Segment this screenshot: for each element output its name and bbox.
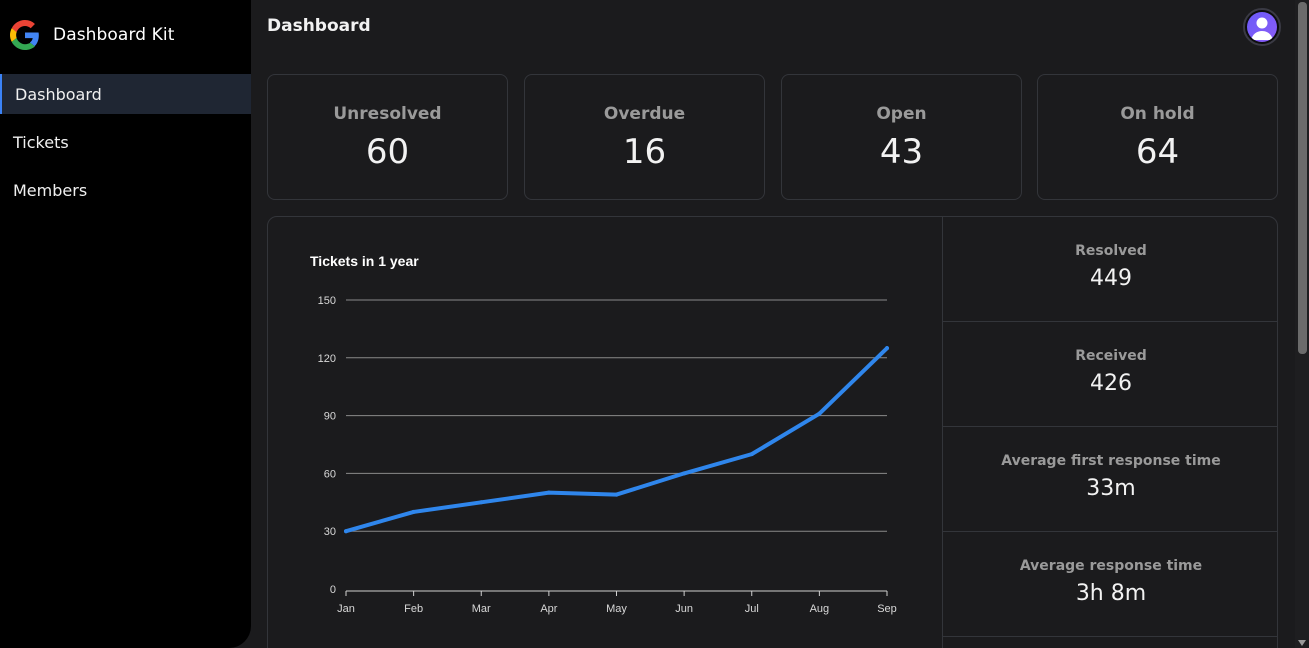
card-value: 43 bbox=[879, 132, 924, 172]
data-point bbox=[411, 509, 416, 514]
stat-value: 449 bbox=[1090, 266, 1132, 291]
data-point bbox=[546, 490, 551, 495]
chart-area: Tickets in 1 year 0 30 60 90 120 150 Jan Feb Mar… bbox=[268, 217, 942, 648]
stat-card-on-hold[interactable]: On hold 64 bbox=[1037, 74, 1278, 200]
x-tick-label: Jul bbox=[745, 603, 759, 615]
y-tick-label: 0 bbox=[330, 584, 336, 596]
card-value: 64 bbox=[1135, 132, 1180, 172]
scroll-down-arrow-icon[interactable] bbox=[1298, 640, 1306, 646]
sidebar-item-members[interactable]: Members bbox=[0, 170, 251, 210]
stat-label: Average first response time bbox=[1001, 453, 1221, 469]
app: Dashboard Kit Dashboard Tickets Members … bbox=[0, 0, 1309, 648]
stat-label: Received bbox=[1075, 348, 1147, 364]
card-label: Open bbox=[876, 104, 927, 124]
card-value: 60 bbox=[365, 132, 410, 172]
google-g-icon bbox=[10, 20, 39, 50]
x-tick-label: May bbox=[606, 603, 627, 615]
scroll-thumb[interactable] bbox=[1298, 2, 1307, 354]
x-tick-label: Jan bbox=[337, 603, 355, 615]
sidebar: Dashboard Kit Dashboard Tickets Members bbox=[0, 0, 251, 648]
y-tick-label: 90 bbox=[324, 411, 336, 423]
data-point bbox=[614, 492, 619, 497]
trends-panel: Tickets in 1 year 0 30 60 90 120 150 Jan Feb Mar… bbox=[267, 216, 1278, 648]
y-tick-label: 150 bbox=[318, 295, 336, 307]
stat-average-response-time: Average response time 3h 8m bbox=[943, 532, 1277, 637]
vertical-scrollbar[interactable] bbox=[1295, 0, 1309, 648]
series-line bbox=[344, 346, 889, 534]
x-tick-label: Sep bbox=[877, 603, 897, 615]
app-name: Dashboard Kit bbox=[53, 25, 175, 45]
stat-value: 33m bbox=[1086, 476, 1136, 501]
data-point bbox=[682, 471, 687, 476]
stat-label: Resolved bbox=[1075, 243, 1147, 259]
y-tick-label: 30 bbox=[324, 526, 336, 538]
data-point bbox=[479, 500, 484, 505]
stat-value: 3h 8m bbox=[1075, 581, 1147, 606]
y-tick-label: 120 bbox=[318, 353, 336, 365]
stats-column: Resolved 449 Received 426 Average first … bbox=[942, 217, 1277, 648]
tickets-line-chart: 0 30 60 90 120 150 Jan Feb Mar Apr May Jun Jul Aug Sep bbox=[318, 295, 897, 615]
sidebar-item-tickets[interactable]: Tickets bbox=[0, 122, 251, 162]
data-point bbox=[344, 529, 348, 534]
stat-card-open[interactable]: Open 43 bbox=[781, 74, 1022, 200]
stat-received: Received 426 bbox=[943, 322, 1277, 427]
x-tick-label: Mar bbox=[472, 603, 491, 615]
stat-card-unresolved[interactable]: Unresolved 60 bbox=[267, 74, 508, 200]
x-tick-label: Feb bbox=[404, 603, 423, 615]
x-tick-label: Apr bbox=[540, 603, 557, 615]
stat-card-overdue[interactable]: Overdue 16 bbox=[524, 74, 765, 200]
user-avatar-icon bbox=[1247, 12, 1277, 42]
x-tick-label: Jun bbox=[675, 603, 693, 615]
card-label: Unresolved bbox=[333, 104, 442, 124]
stat-average-first-response-time: Average first response time 33m bbox=[943, 427, 1277, 532]
y-tick-label: 60 bbox=[324, 468, 336, 480]
stat-resolved: Resolved 449 bbox=[943, 217, 1277, 322]
stat-label: Average response time bbox=[1019, 558, 1203, 574]
data-point bbox=[749, 452, 754, 457]
data-point bbox=[817, 411, 822, 416]
x-tick-label: Aug bbox=[810, 603, 830, 615]
brand[interactable]: Dashboard Kit bbox=[10, 20, 174, 50]
stat-value: 426 bbox=[1090, 371, 1132, 396]
page-title: Dashboard bbox=[267, 16, 371, 36]
data-point bbox=[885, 346, 889, 351]
card-label: Overdue bbox=[603, 104, 686, 124]
card-label: On hold bbox=[1120, 104, 1195, 124]
card-value: 16 bbox=[622, 132, 667, 172]
sidebar-item-dashboard[interactable]: Dashboard bbox=[0, 74, 251, 114]
sidebar-nav: Dashboard Tickets Members bbox=[0, 74, 251, 218]
avatar-button[interactable] bbox=[1243, 8, 1281, 46]
